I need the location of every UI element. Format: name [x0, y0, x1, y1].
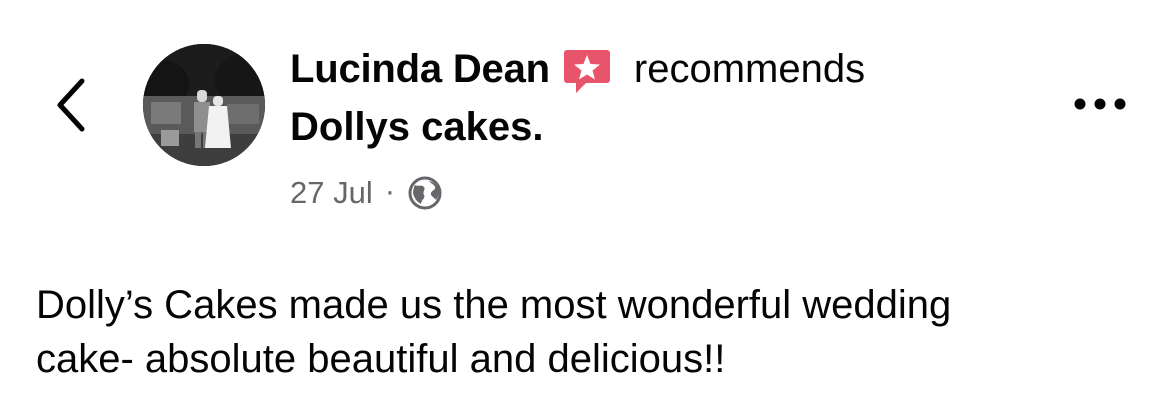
back-button[interactable]: [44, 72, 100, 138]
avatar-photo: [143, 44, 265, 166]
recommend-star-icon: [562, 46, 612, 96]
action-text: recommends: [633, 46, 866, 91]
page-name[interactable]: Dollys cakes.: [290, 105, 544, 150]
globe-icon: [407, 175, 443, 211]
post-text: Dolly’s Cakes made us the most wonderful…: [36, 278, 1136, 386]
header-line: Lucinda Dean recommends: [290, 44, 1010, 94]
author-name[interactable]: Lucinda Dean: [290, 47, 550, 92]
more-dots-icon: [1074, 98, 1126, 110]
post-meta: 27 Jul ·: [290, 172, 443, 214]
avatar[interactable]: [143, 44, 265, 166]
meta-separator: ·: [384, 173, 396, 208]
post-text-line: cake- absolute beautiful and delicious!!: [36, 337, 726, 381]
more-options-button[interactable]: [1060, 82, 1140, 126]
post-text-line: Dolly’s Cakes made us the most wonderful…: [36, 283, 952, 327]
chevron-left-icon: [57, 78, 85, 132]
post-date[interactable]: 27 Jul: [290, 175, 373, 211]
post-header: Lucinda Dean recommends Dollys cakes.: [290, 44, 1010, 152]
page-line: Dollys cakes.: [290, 102, 1010, 152]
